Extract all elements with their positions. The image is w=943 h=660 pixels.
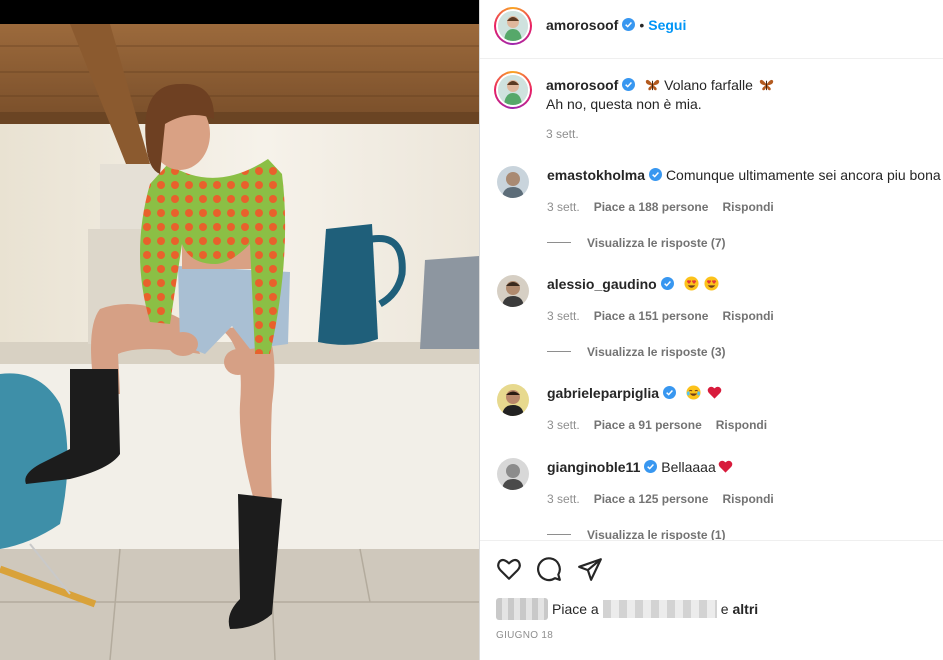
- caption-text-line1: Volano farfalle: [664, 77, 753, 93]
- comment-bubble-icon[interactable]: [536, 556, 562, 582]
- caption-text-line2: Ah no, questa non è mia.: [546, 96, 702, 112]
- separator-dot: •: [639, 17, 645, 33]
- comment-meta: 3 sett. Piace a 151 persone Rispondi: [547, 309, 788, 323]
- comment-avatar[interactable]: [497, 384, 529, 416]
- comment-username[interactable]: alessio_gaudino: [547, 276, 657, 292]
- share-send-icon[interactable]: [577, 556, 603, 582]
- comment-avatar[interactable]: [497, 275, 529, 307]
- comment-username[interactable]: emastokholma: [547, 167, 645, 183]
- likes-and: e: [720, 601, 729, 617]
- comment-content: gianginoble11 Bellaaaa: [547, 459, 733, 475]
- view-replies-label: Visualizza le risposte (7): [587, 236, 726, 250]
- comment-content: gabrieleparpiglia: [547, 385, 722, 401]
- post-photo[interactable]: [0, 24, 479, 660]
- replies-line: [547, 351, 571, 352]
- comment-likes[interactable]: Piace a 125 persone: [594, 492, 709, 506]
- likes-others-link[interactable]: altri: [733, 601, 759, 617]
- caption-age: 3 sett.: [546, 127, 579, 141]
- author-avatar[interactable]: [494, 7, 532, 45]
- post-photo-panel: [0, 0, 479, 660]
- comment-text: Bellaaaa: [661, 459, 716, 475]
- likes-summary: Piace a e altri: [496, 598, 758, 620]
- verified-badge-icon: [622, 18, 636, 31]
- comment-meta: 3 sett. Piace a 188 persone Rispondi: [547, 200, 788, 214]
- verified-badge-icon: [660, 277, 674, 290]
- blurred-liker-avatars: [496, 598, 548, 620]
- red-heart-emoji-icon: [718, 460, 733, 473]
- post-sidebar: amorosoof • Segui amorosoof Volano farfall…: [480, 0, 943, 660]
- reply-button[interactable]: Rispondi: [722, 200, 773, 214]
- comment-likes[interactable]: Piace a 151 persone: [594, 309, 709, 323]
- reply-button[interactable]: Rispondi: [716, 418, 767, 432]
- verified-badge-icon: [663, 386, 677, 399]
- comment-text: Comunque ultimamente sei ancora piu bona: [665, 167, 941, 183]
- verified-badge-icon: [622, 78, 636, 91]
- comment-content: emastokholma Comunque ultimamente sei an…: [547, 167, 941, 183]
- caption-avatar[interactable]: [494, 71, 532, 109]
- comment-meta: 3 sett. Piace a 91 persone Rispondi: [547, 418, 781, 432]
- verified-badge-icon: [649, 168, 663, 181]
- comment-age: 3 sett.: [547, 418, 580, 432]
- comment-content: alessio_gaudino: [547, 276, 720, 292]
- heart-eyes-emoji-icon: [704, 276, 720, 291]
- comment-age: 3 sett.: [547, 492, 580, 506]
- header-line: amorosoof • Segui: [546, 17, 686, 33]
- blurred-liker-name[interactable]: [602, 600, 717, 618]
- follow-button[interactable]: Segui: [648, 17, 686, 33]
- likes-prefix: Piace a: [552, 601, 599, 617]
- butterfly-emoji-icon: [759, 79, 773, 91]
- comment-meta: 3 sett. Piace a 125 persone Rispondi: [547, 492, 788, 506]
- comment-avatar[interactable]: [497, 458, 529, 490]
- post-date[interactable]: GIUGNO 18: [496, 630, 553, 641]
- header-divider: [480, 58, 943, 59]
- view-replies-label: Visualizza le risposte (3): [587, 345, 726, 359]
- view-replies-button[interactable]: Visualizza le risposte (3): [547, 345, 726, 359]
- post-actions: Piace a e altri GIUGNO 18: [480, 540, 943, 660]
- heart-eyes-emoji-icon: [684, 276, 699, 291]
- red-heart-emoji-icon: [707, 386, 722, 399]
- replies-line: [547, 242, 571, 243]
- comment-likes[interactable]: Piace a 188 persone: [594, 200, 709, 214]
- butterfly-emoji-icon: [646, 79, 660, 91]
- comment-avatar[interactable]: [497, 166, 529, 198]
- comment-age: 3 sett.: [547, 200, 580, 214]
- like-heart-icon[interactable]: [496, 556, 522, 582]
- post-caption: amorosoof Volano farfalle Ah no, questa …: [494, 71, 926, 114]
- comment-username[interactable]: gianginoble11: [547, 459, 640, 475]
- photo-illustration: [0, 24, 479, 660]
- reply-button[interactable]: Rispondi: [722, 492, 773, 506]
- view-replies-button[interactable]: Visualizza le risposte (7): [547, 236, 726, 250]
- comment-likes[interactable]: Piace a 91 persone: [594, 418, 702, 432]
- verified-badge-icon: [644, 460, 658, 473]
- author-username[interactable]: amorosoof: [546, 17, 618, 33]
- tears-of-joy-emoji-icon: [686, 385, 701, 400]
- caption-username[interactable]: amorosoof: [546, 77, 618, 93]
- replies-line: [547, 534, 571, 535]
- post-header: amorosoof • Segui: [480, 0, 943, 52]
- comment-username[interactable]: gabrieleparpiglia: [547, 385, 659, 401]
- reply-button[interactable]: Rispondi: [722, 309, 773, 323]
- comment-age: 3 sett.: [547, 309, 580, 323]
